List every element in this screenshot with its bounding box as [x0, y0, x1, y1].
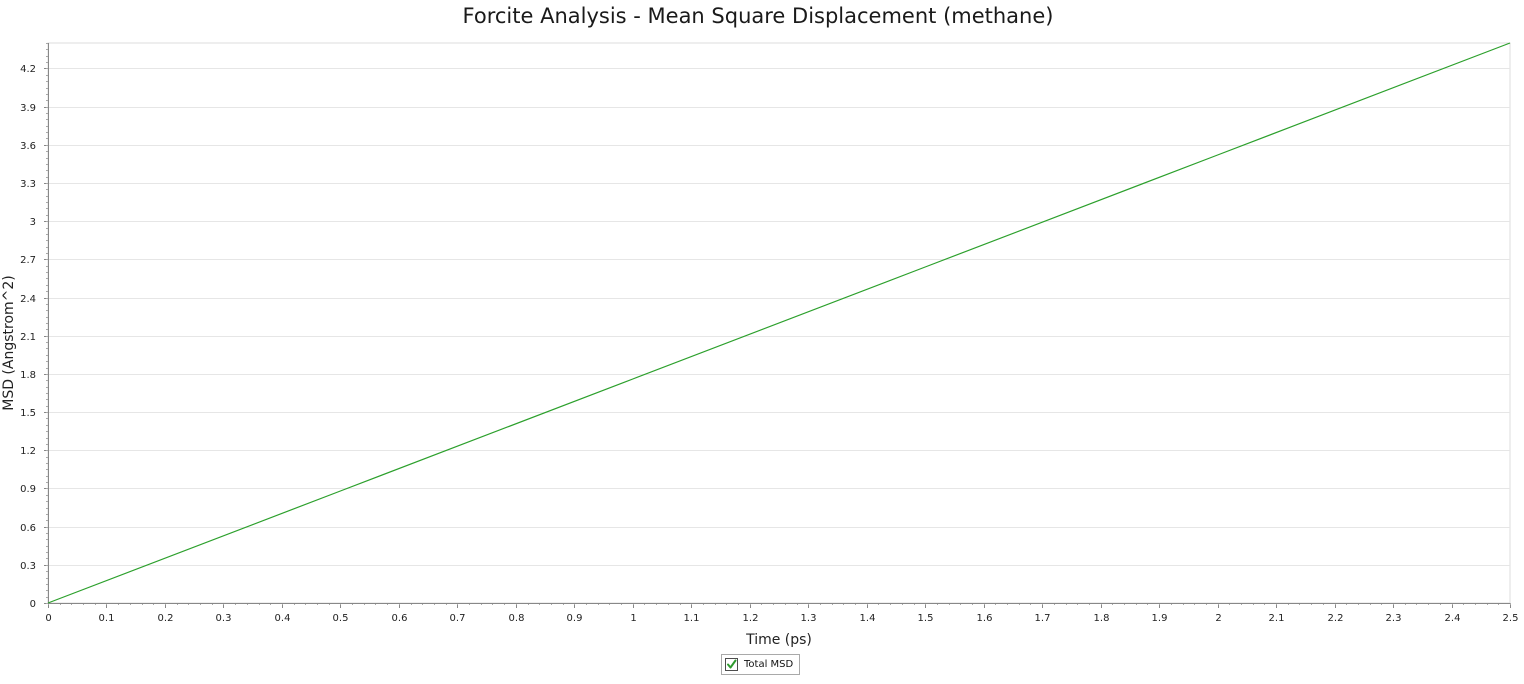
- x-tick-label: 1.8: [1094, 613, 1110, 624]
- x-tick-label: 2.4: [1445, 613, 1461, 624]
- tick-labels: 0 0.3 0.6 0.9 1.2 1.5 1.8 2.1 2.4 2.7 3 3.3 3.6 3.9 4.…: [20, 64, 1518, 624]
- x-tick-label: 0.4: [275, 613, 291, 624]
- x-tick-label: 0.5: [333, 613, 349, 624]
- legend-item-total-msd[interactable]: Total MSD: [721, 654, 801, 675]
- y-tick-label: 0.9: [20, 484, 36, 495]
- x-tick-label: 1.3: [801, 613, 817, 624]
- y-tick-label: 3: [30, 217, 36, 228]
- chart-window: Forcite Analysis - Mean Square Displacem…: [0, 0, 1524, 684]
- x-tick-label: 1.5: [918, 613, 934, 624]
- y-axis-title: MSD (Angstrom^2): [1, 275, 17, 411]
- x-tick-label: 1.7: [1035, 613, 1051, 624]
- x-tick-label: 2.5: [1503, 613, 1519, 624]
- y-tick-label: 0.6: [20, 523, 36, 534]
- x-tick-label: 1: [630, 613, 636, 624]
- x-tick-label: 2.1: [1269, 613, 1285, 624]
- series-lines: [47, 42, 1511, 604]
- y-tick-label: 0.3: [20, 561, 36, 572]
- y-tick-label: 1.2: [20, 446, 36, 457]
- y-tick-label: 1.8: [20, 370, 36, 381]
- x-tick-label: 2: [1215, 613, 1221, 624]
- y-tick-label: 3.3: [20, 179, 36, 190]
- x-tick-label: 0: [45, 613, 51, 624]
- x-tick-label: 2.2: [1328, 613, 1344, 624]
- x-tick-label: 0.7: [450, 613, 466, 624]
- axes: [44, 43, 1511, 608]
- x-tick-label: 2.3: [1386, 613, 1402, 624]
- x-tick-label: 0.2: [158, 613, 174, 624]
- x-tick-label: 1.2: [743, 613, 759, 624]
- x-tick-label: 1.9: [1152, 613, 1168, 624]
- y-tick-label: 2.7: [20, 255, 36, 266]
- x-tick-label: 0.3: [216, 613, 232, 624]
- x-tick-label: 0.8: [509, 613, 525, 624]
- legend-label: Total MSD: [744, 659, 794, 670]
- x-tick-label: 1.1: [684, 613, 700, 624]
- y-tick-label: 3.6: [20, 141, 36, 152]
- y-tick-label: 2.4: [20, 294, 36, 305]
- x-tick-label: 1.6: [977, 613, 993, 624]
- checkbox-checked-icon[interactable]: [725, 658, 738, 671]
- y-tick-label: 3.9: [20, 103, 36, 114]
- x-tick-label: 0.9: [567, 613, 583, 624]
- y-tick-label: 4.2: [20, 64, 36, 75]
- chart-plot: 0 0.3 0.6 0.9 1.2 1.5 1.8 2.1 2.4 2.7 3 3.3 3.6 3.9 4.…: [1, 42, 1518, 648]
- series-line-total-msd: [47, 42, 1511, 604]
- y-tick-label: 0: [30, 599, 36, 610]
- y-tick-label: 1.5: [20, 408, 36, 419]
- x-tick-label: 0.6: [392, 613, 408, 624]
- x-tick-label: 1.4: [860, 613, 876, 624]
- x-axis-title: Time (ps): [745, 632, 812, 648]
- x-tick-label: 0.1: [99, 613, 115, 624]
- y-tick-label: 2.1: [20, 332, 36, 343]
